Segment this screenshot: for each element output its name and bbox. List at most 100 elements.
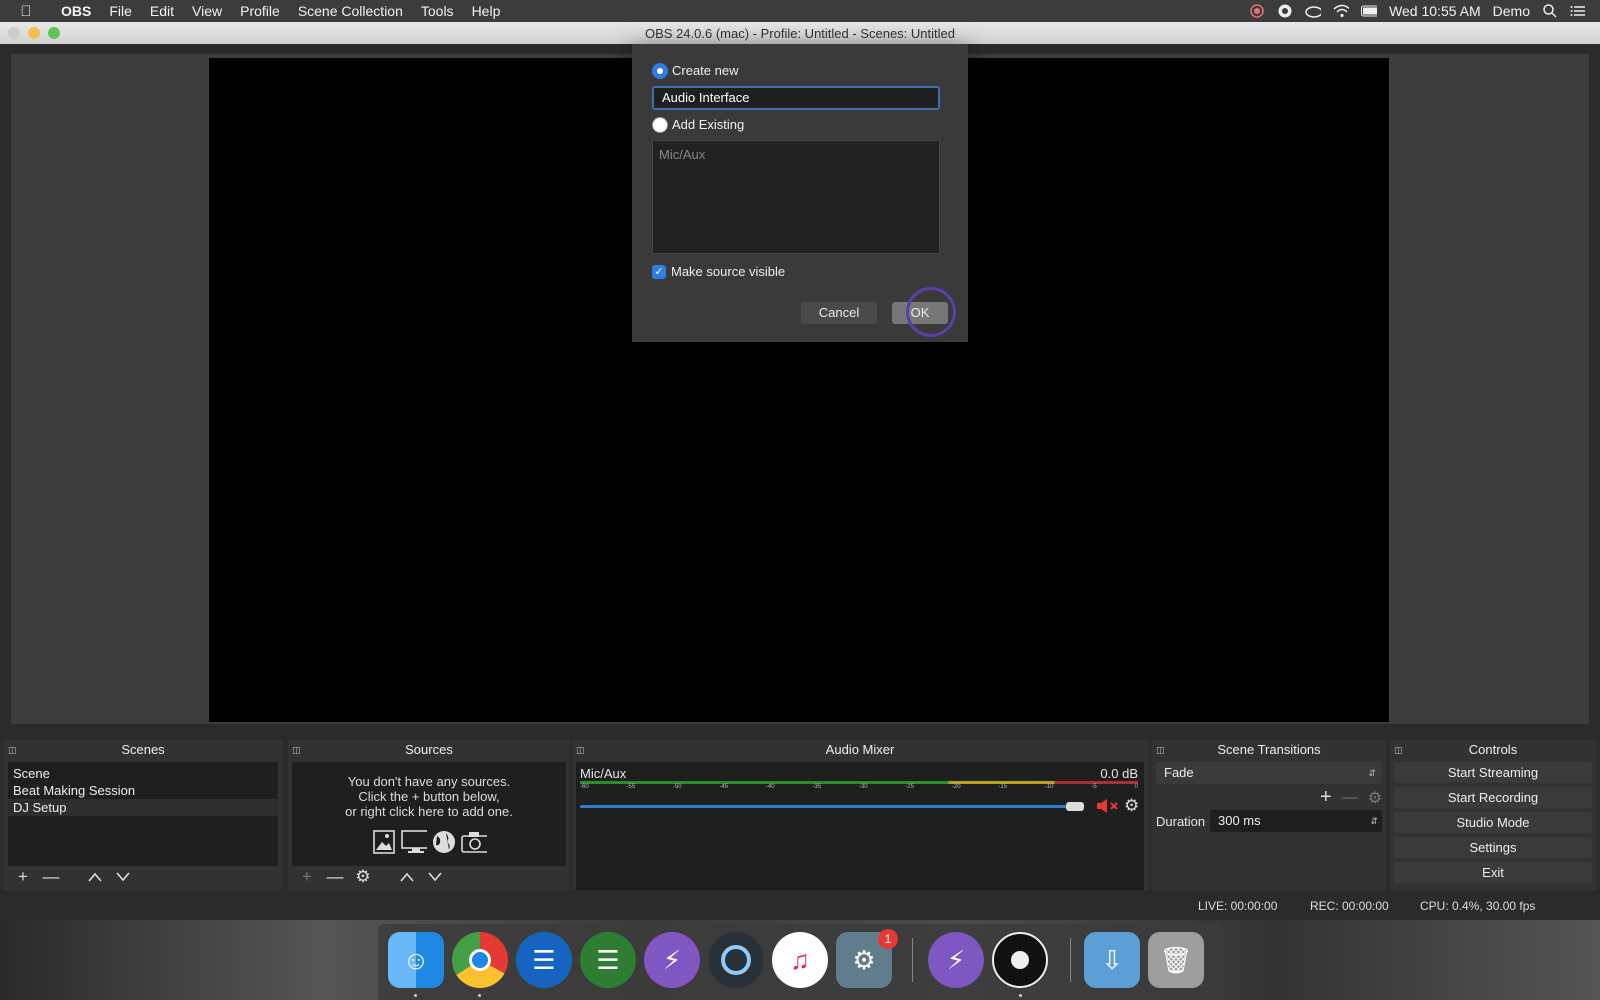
notification-center-icon[interactable] bbox=[1570, 3, 1586, 19]
undock-icon[interactable]: ◫ bbox=[1394, 740, 1403, 760]
audio-mixer-title: Audio Mixer bbox=[825, 742, 895, 757]
lightning-app-icon[interactable]: ⚡ bbox=[644, 932, 700, 988]
make-visible-checkbox[interactable]: ✓ bbox=[652, 265, 666, 279]
apple-menu-icon[interactable]:  bbox=[0, 3, 52, 20]
sources-empty-text: Click the + button below, bbox=[358, 789, 500, 804]
dock-divider bbox=[1070, 938, 1071, 982]
mixer-settings-gear-icon[interactable]: ⚙ bbox=[1124, 796, 1139, 816]
mute-speaker-icon[interactable] bbox=[1096, 798, 1120, 817]
menubar-user[interactable]: Demo bbox=[1493, 3, 1530, 19]
move-scene-up-button[interactable] bbox=[84, 867, 106, 887]
menu-help[interactable]: Help bbox=[463, 3, 510, 19]
studio-mode-button[interactable]: Studio Mode bbox=[1394, 812, 1592, 833]
scene-item[interactable]: Scene bbox=[8, 765, 278, 782]
source-name-input[interactable]: Audio Interface bbox=[652, 86, 940, 110]
window-titlebar: OBS 24.0.6 (mac) - Profile: Untitled - S… bbox=[0, 22, 1600, 44]
undock-icon[interactable]: ◫ bbox=[576, 740, 585, 760]
create-new-radio[interactable] bbox=[652, 63, 668, 79]
trash-icon[interactable]: 🗑 bbox=[1148, 932, 1204, 988]
menu-app-name[interactable]: OBS bbox=[52, 3, 100, 19]
menubar-clock[interactable]: Wed 10:55 AM bbox=[1389, 3, 1481, 19]
scenes-toolbar: + — bbox=[8, 866, 278, 888]
select-arrows-icon: ⇵ bbox=[1368, 768, 1376, 778]
add-existing-radio[interactable] bbox=[652, 117, 668, 133]
lightning-app-icon[interactable]: ⚡ bbox=[928, 932, 984, 988]
cancel-button[interactable]: Cancel bbox=[801, 302, 877, 324]
quicktime-icon[interactable] bbox=[708, 932, 764, 988]
scenes-title: Scenes bbox=[121, 742, 165, 757]
menu-tools[interactable]: Tools bbox=[412, 3, 463, 19]
move-source-down-button[interactable] bbox=[424, 867, 446, 887]
audio-mixer-dock: ◫ Audio Mixer Mic/Aux 0.0 dB -60 -55 -50 … bbox=[572, 740, 1148, 894]
record-status-icon[interactable] bbox=[1249, 3, 1265, 19]
start-recording-button[interactable]: Start Recording bbox=[1394, 787, 1592, 808]
spin-arrows-icon[interactable]: ⇵ bbox=[1370, 810, 1378, 832]
scene-transitions-dock: ◫ Scene Transitions Fade ⇵ + — ⚙ Duration… bbox=[1152, 740, 1386, 890]
existing-source-item[interactable]: Mic/Aux bbox=[659, 147, 933, 162]
existing-sources-list[interactable]: Mic/Aux bbox=[652, 140, 940, 254]
audio-app-icon[interactable]: ☰ bbox=[516, 932, 572, 988]
volume-fader-handle[interactable] bbox=[1066, 802, 1084, 811]
obs-tray-icon[interactable] bbox=[1277, 3, 1293, 19]
remove-transition-button[interactable]: — bbox=[1342, 789, 1358, 807]
move-scene-down-button[interactable] bbox=[112, 867, 134, 887]
add-source-button[interactable]: + bbox=[296, 867, 318, 887]
undock-icon[interactable]: ◫ bbox=[292, 740, 301, 760]
running-indicator bbox=[414, 994, 417, 997]
undock-icon[interactable]: ◫ bbox=[1156, 740, 1165, 760]
meter-tick: -25 bbox=[905, 784, 915, 790]
finder-icon[interactable]: ☺ bbox=[388, 932, 444, 988]
meter-tick: -45 bbox=[719, 784, 729, 790]
duration-label: Duration bbox=[1156, 814, 1206, 829]
display-capture-icon bbox=[401, 829, 427, 855]
meter-tick: -10 bbox=[1044, 784, 1054, 790]
menu-view[interactable]: View bbox=[183, 3, 231, 19]
exit-button[interactable]: Exit bbox=[1394, 862, 1592, 883]
start-streaming-button[interactable]: Start Streaming bbox=[1394, 762, 1592, 783]
add-scene-button[interactable]: + bbox=[12, 867, 34, 887]
transition-select[interactable]: Fade ⇵ bbox=[1156, 762, 1382, 784]
wifi-icon[interactable] bbox=[1333, 3, 1350, 19]
remove-scene-button[interactable]: — bbox=[40, 867, 62, 887]
rec-timer: REC: 00:00:00 bbox=[1310, 899, 1389, 913]
remove-source-button[interactable]: — bbox=[324, 867, 346, 887]
macos-dock: ☺ ☰ ☰ ⚡ ♫ ⚙ 1 ⚡ ⇩ 🗑 bbox=[378, 924, 1224, 1000]
add-transition-button[interactable]: + bbox=[1320, 786, 1332, 809]
notification-badge: 1 bbox=[878, 929, 898, 949]
sources-empty-text: or right click here to add one. bbox=[345, 804, 513, 819]
settings-button[interactable]: Settings bbox=[1394, 837, 1592, 858]
spotlight-search-icon[interactable] bbox=[1542, 3, 1558, 19]
volume-fader-track[interactable] bbox=[580, 805, 1080, 808]
sources-list[interactable]: You don't have any sources. Click the + … bbox=[292, 762, 566, 866]
source-properties-gear-icon[interactable]: ⚙ bbox=[352, 867, 374, 887]
scenes-list[interactable]: Scene Beat Making Session DJ Setup bbox=[8, 762, 278, 866]
menu-file[interactable]: File bbox=[100, 3, 141, 19]
itunes-icon[interactable]: ♫ bbox=[772, 932, 828, 988]
chrome-icon[interactable] bbox=[452, 932, 508, 988]
meter-tick: -15 bbox=[998, 784, 1008, 790]
move-source-up-button[interactable] bbox=[396, 867, 418, 887]
creative-cloud-icon[interactable] bbox=[1305, 3, 1322, 19]
meter-tick: -30 bbox=[858, 784, 868, 790]
running-indicator bbox=[478, 994, 481, 997]
audio-tool-icon[interactable]: ☰ bbox=[580, 932, 636, 988]
minimize-window-button[interactable] bbox=[28, 27, 40, 39]
sources-empty-text: You don't have any sources. bbox=[347, 774, 511, 789]
duration-spinbox[interactable]: 300 ms ⇵ bbox=[1210, 810, 1382, 832]
menu-scene-collection[interactable]: Scene Collection bbox=[289, 3, 412, 19]
meter-tick: -35 bbox=[812, 784, 822, 790]
menu-edit[interactable]: Edit bbox=[141, 3, 183, 19]
battery-icon[interactable] bbox=[1361, 3, 1378, 19]
controls-dock: ◫ Controls Start Streaming Start Recordin… bbox=[1390, 740, 1596, 890]
scene-item-selected[interactable]: DJ Setup bbox=[8, 799, 278, 816]
downloads-folder-icon[interactable]: ⇩ bbox=[1084, 932, 1140, 988]
obs-app-icon[interactable] bbox=[992, 932, 1048, 988]
undock-icon[interactable]: ◫ bbox=[8, 740, 17, 760]
scene-item[interactable]: Beat Making Session bbox=[8, 782, 278, 799]
camera-source-icon bbox=[461, 829, 487, 855]
zoom-window-button[interactable] bbox=[48, 27, 60, 39]
transition-properties-gear-icon[interactable]: ⚙ bbox=[1368, 788, 1382, 808]
macos-menubar:  OBS File Edit View Profile Scene Colle… bbox=[0, 0, 1600, 22]
close-window-button[interactable] bbox=[8, 27, 20, 39]
menu-profile[interactable]: Profile bbox=[231, 3, 289, 19]
